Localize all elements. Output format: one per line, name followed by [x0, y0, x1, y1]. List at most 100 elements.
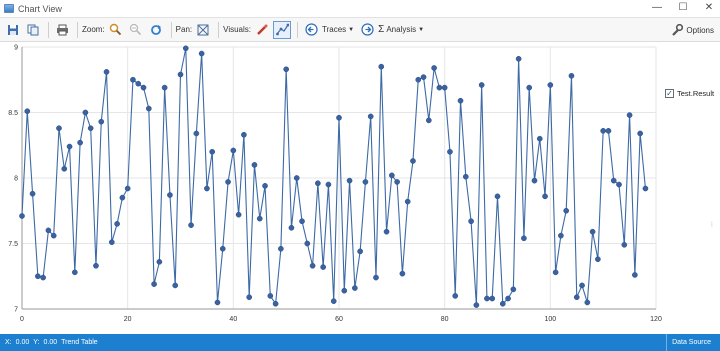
data-point	[357, 248, 363, 255]
data-point	[521, 235, 527, 242]
data-point	[161, 84, 168, 91]
y-tick-label: 7	[14, 307, 18, 314]
traces-dropdown[interactable]: Traces ▼	[322, 25, 354, 34]
y-tick-label: 7.5	[8, 241, 18, 248]
data-point	[82, 109, 89, 116]
data-point	[230, 147, 237, 154]
chart-app-icon	[4, 4, 14, 13]
data-point	[56, 125, 62, 132]
back-button[interactable]	[302, 21, 320, 39]
x-tick-label: 0	[20, 316, 24, 323]
data-point	[87, 125, 94, 132]
data-point	[182, 45, 189, 52]
data-point	[626, 112, 633, 118]
y-tick-label: 9	[14, 45, 18, 52]
data-point	[235, 211, 242, 218]
data-point	[642, 185, 649, 192]
sigma-icon: Σ	[378, 24, 385, 35]
x-tick-label: 120	[650, 316, 662, 323]
maximize-button[interactable]: ☐	[676, 2, 690, 14]
data-point	[452, 293, 459, 299]
data-point	[130, 76, 136, 83]
data-point	[526, 84, 533, 91]
data-point	[320, 264, 326, 270]
data-point	[251, 162, 258, 168]
data-point	[19, 213, 25, 219]
data-point	[140, 84, 147, 91]
arrow-right-circle-icon	[361, 23, 374, 36]
data-point	[267, 293, 274, 299]
data-point	[145, 105, 152, 112]
data-point	[558, 232, 564, 239]
data-point	[394, 179, 400, 185]
splitter-handle[interactable]: ⋮	[709, 221, 715, 229]
data-point	[431, 65, 437, 71]
data-point	[632, 272, 638, 278]
y-tick-label: 8.5	[8, 110, 18, 117]
data-source-button[interactable]: Data Source	[666, 334, 720, 351]
data-point	[552, 269, 559, 276]
data-point	[293, 175, 300, 181]
zoom-in-button[interactable]	[107, 21, 125, 39]
status-bar: X: 0.00 Y: 0.00 Trend Table Data Source	[0, 334, 720, 351]
data-point	[172, 282, 179, 289]
data-point	[462, 173, 469, 180]
close-button[interactable]: ✕	[702, 2, 716, 14]
print-icon	[56, 24, 68, 35]
marker-pen-button[interactable]	[253, 21, 271, 39]
data-point	[325, 181, 332, 188]
data-point	[177, 71, 184, 78]
data-point	[346, 177, 353, 184]
data-point	[563, 207, 570, 214]
visuals-label: Visuals:	[223, 25, 252, 34]
data-point	[262, 183, 268, 189]
minimize-button[interactable]: —	[650, 2, 664, 14]
data-point	[388, 172, 395, 179]
zoom-out-button[interactable]	[127, 21, 145, 39]
x-label: X:	[5, 339, 12, 346]
trend-table-link[interactable]: Trend Table	[61, 339, 98, 346]
copy-button[interactable]	[24, 21, 42, 39]
data-point	[35, 273, 41, 280]
data-point	[383, 228, 390, 235]
options-button[interactable]: Options	[671, 24, 714, 36]
window-title: Chart View	[18, 3, 62, 14]
pan-button[interactable]	[194, 21, 212, 39]
data-point	[579, 282, 585, 289]
toolbar-separator	[170, 21, 172, 38]
data-point	[436, 84, 443, 91]
toolbar-separator	[297, 21, 299, 38]
data-point	[447, 148, 453, 155]
data-point	[499, 300, 506, 307]
plot-area[interactable]: 7 7.5 8 8.5 9 0 20 40 60 80 100 120 ✓ Test.Result ⋮	[0, 42, 720, 334]
x-tick-label: 80	[441, 316, 449, 323]
copy-icon	[27, 24, 39, 35]
line-chart[interactable]: 7 7.5 8 8.5 9 0 20 40 60 80 100 120	[0, 42, 720, 334]
data-point	[119, 194, 126, 201]
data-point	[241, 131, 247, 138]
data-point	[373, 274, 379, 281]
legend-checkbox[interactable]: ✓	[665, 89, 674, 98]
data-point	[542, 193, 548, 200]
data-point	[352, 285, 358, 291]
forward-button[interactable]	[358, 21, 376, 39]
data-point	[367, 113, 374, 120]
data-point	[188, 222, 194, 229]
data-point	[204, 185, 210, 192]
data-point	[214, 299, 221, 306]
analysis-dropdown[interactable]: Σ Analysis ▼	[378, 24, 424, 35]
line-style-button[interactable]	[273, 20, 292, 39]
data-point	[399, 270, 406, 277]
data-point	[50, 232, 57, 239]
print-button[interactable]	[53, 21, 71, 39]
data-point	[378, 63, 385, 70]
x-tick-label: 60	[335, 316, 343, 323]
data-point	[167, 192, 173, 198]
data-point	[468, 218, 474, 225]
save-button[interactable]	[4, 21, 22, 39]
data-point	[278, 245, 284, 252]
zoom-reset-button[interactable]	[147, 21, 165, 39]
data-point	[29, 190, 36, 197]
chart-legend[interactable]: ✓ Test.Result	[665, 89, 714, 98]
chevron-down-icon: ▼	[418, 26, 425, 33]
